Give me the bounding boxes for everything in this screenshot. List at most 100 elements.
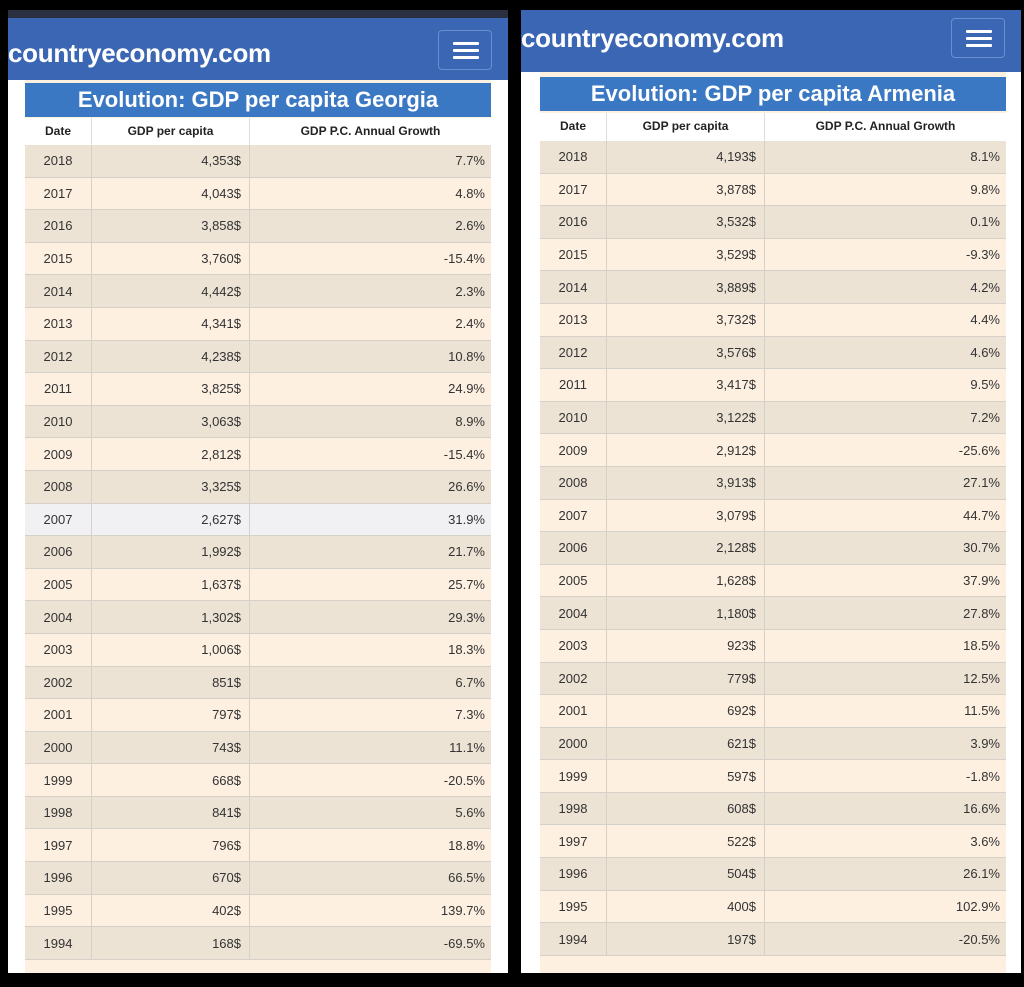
table-row[interactable]: 2010 3,122$ 7.2%	[540, 401, 1006, 435]
table-row[interactable]: 2002 779$ 12.5%	[540, 662, 1006, 696]
table-row[interactable]: 2012 3,576$ 4.6%	[540, 336, 1006, 370]
table-row[interactable]: 1997 522$ 3.6%	[540, 825, 1006, 859]
table-row[interactable]: 2007 3,079$ 44.7%	[540, 499, 1006, 533]
table-row[interactable]: 2014 4,442$ 2.3%	[25, 275, 491, 308]
cell-gdp-per-capita: 3,122$	[607, 401, 765, 434]
column-header-date[interactable]: Date	[540, 113, 607, 141]
table-row[interactable]: 2004 1,180$ 27.8%	[540, 597, 1006, 630]
table-row[interactable]: 2018 4,353$ 7.7%	[25, 145, 491, 178]
cell-gdp-per-capita: 3,732$	[607, 303, 765, 336]
table-row[interactable]: 2000 621$ 3.9%	[540, 727, 1006, 761]
table-row[interactable]: 2005 1,637$ 25.7%	[25, 568, 491, 602]
table-row[interactable]: 1999 668$ -20.5%	[25, 764, 491, 797]
cell-date: 2001	[540, 695, 607, 727]
cell-gdp-per-capita: 402$	[92, 894, 250, 927]
table-row[interactable]: 2006 2,128$ 30.7%	[540, 532, 1006, 565]
cell-annual-growth: 10.8%	[448, 348, 485, 364]
cell-date: 2009	[25, 438, 92, 470]
cell-date: 2004	[540, 597, 607, 629]
cell-gdp-per-capita: 4,442$	[92, 275, 250, 307]
cell-gdp-per-capita: 3,417$	[607, 369, 765, 401]
cell-date: 2006	[25, 536, 92, 568]
table-row[interactable]: 1998 608$ 16.6%	[540, 792, 1006, 826]
cell-date: 2017	[25, 177, 92, 210]
menu-line-icon	[966, 30, 992, 33]
site-header: countryeconomy.com	[521, 10, 1021, 72]
table-row[interactable]: 2009 2,812$ -15.4%	[25, 438, 491, 471]
table-row[interactable]: 2010 3,063$ 8.9%	[25, 405, 491, 439]
cell-gdp-per-capita: 4,341$	[92, 307, 250, 340]
cell-date: 1999	[25, 764, 92, 796]
table-row[interactable]: 2018 4,193$ 8.1%	[540, 141, 1006, 174]
cell-date: 1994	[540, 923, 607, 955]
column-header-growth[interactable]: GDP P.C. Annual Growth	[765, 113, 1006, 141]
table-row[interactable]: 1999 597$ -1.8%	[540, 760, 1006, 793]
cell-annual-growth: 6.7%	[455, 674, 485, 690]
table-row[interactable]: 1995 402$ 139.7%	[25, 894, 491, 928]
cell-date: 2003	[25, 633, 92, 666]
column-header-gdp[interactable]: GDP per capita	[92, 118, 250, 145]
table-row[interactable]: 2003 923$ 18.5%	[540, 629, 1006, 663]
cell-annual-growth: 18.8%	[448, 837, 485, 853]
table-row[interactable]: 2013 4,341$ 2.4%	[25, 307, 491, 341]
table-row[interactable]: 2005 1,628$ 37.9%	[540, 564, 1006, 598]
cell-gdp-per-capita: 743$	[92, 731, 250, 764]
table-row[interactable]: 2015 3,760$ -15.4%	[25, 242, 491, 276]
cell-annual-growth: -1.8%	[966, 768, 1000, 784]
table-row[interactable]: 1998 841$ 5.6%	[25, 796, 491, 830]
table-row[interactable]: 2009 2,912$ -25.6%	[540, 434, 1006, 467]
table-row[interactable]: 1995 400$ 102.9%	[540, 890, 1006, 924]
column-header-gdp[interactable]: GDP per capita	[607, 113, 765, 141]
armenia-screenshot-panel: countryeconomy.com Evolution: GDP per ca…	[521, 10, 1021, 973]
cell-gdp-per-capita: 3,858$	[92, 210, 250, 242]
cell-annual-growth: 0.1%	[970, 214, 1000, 230]
table-row[interactable]: 2016 3,858$ 2.6%	[25, 210, 491, 243]
table-row[interactable]: 2007 2,627$ 31.9%	[25, 503, 491, 537]
menu-line-icon	[453, 49, 479, 52]
site-logo[interactable]: countryeconomy.com	[8, 38, 271, 69]
table-row[interactable]: 2013 3,732$ 4.4%	[540, 303, 1006, 337]
cell-annual-growth: 139.7%	[440, 902, 485, 918]
cell-gdp-per-capita: 796$	[92, 829, 250, 862]
table-row[interactable]: 2012 4,238$ 10.8%	[25, 340, 491, 374]
table-row[interactable]: 1996 670$ 66.5%	[25, 862, 491, 895]
table-row[interactable]: 2011 3,417$ 9.5%	[540, 369, 1006, 402]
table-row[interactable]: 2015 3,529$ -9.3%	[540, 238, 1006, 272]
cell-date: 2017	[540, 173, 607, 206]
table-row[interactable]: 2001 692$ 11.5%	[540, 695, 1006, 728]
table-row[interactable]: 2008 3,913$ 27.1%	[540, 466, 1006, 500]
cell-gdp-per-capita: 1,992$	[92, 536, 250, 568]
table-row[interactable]: 2017 4,043$ 4.8%	[25, 177, 491, 211]
table-row[interactable]: 2017 3,878$ 9.8%	[540, 173, 1006, 207]
table-row[interactable]: 2014 3,889$ 4.2%	[540, 271, 1006, 304]
cell-gdp-per-capita: 1,628$	[607, 564, 765, 597]
table-row[interactable]: 2004 1,302$ 29.3%	[25, 601, 491, 634]
table-row[interactable]: 1994 168$ -69.5%	[25, 927, 491, 960]
table-row[interactable]: 2006 1,992$ 21.7%	[25, 536, 491, 569]
cell-annual-growth: 18.3%	[448, 642, 485, 658]
cell-annual-growth: 3.6%	[970, 833, 1000, 849]
cell-gdp-per-capita: 670$	[92, 862, 250, 894]
hamburger-menu-button[interactable]	[951, 18, 1005, 58]
cell-date: 2010	[540, 401, 607, 434]
cell-date: 2008	[540, 466, 607, 499]
site-logo[interactable]: countryeconomy.com	[521, 23, 784, 54]
table-row[interactable]: 1996 504$ 26.1%	[540, 858, 1006, 891]
table-row[interactable]: 2011 3,825$ 24.9%	[25, 373, 491, 406]
table-row[interactable]: 2016 3,532$ 0.1%	[540, 206, 1006, 239]
table-row[interactable]: 2003 1,006$ 18.3%	[25, 633, 491, 667]
cell-date: 2016	[540, 206, 607, 238]
cell-annual-growth: 24.9%	[448, 381, 485, 397]
column-header-growth[interactable]: GDP P.C. Annual Growth	[250, 118, 491, 145]
hamburger-menu-button[interactable]	[438, 30, 492, 70]
cell-gdp-per-capita: 3,576$	[607, 336, 765, 369]
table-row[interactable]: 2001 797$ 7.3%	[25, 699, 491, 732]
cell-annual-growth: 4.8%	[455, 185, 485, 201]
cell-annual-growth: 21.7%	[448, 544, 485, 560]
table-row[interactable]: 2002 851$ 6.7%	[25, 666, 491, 700]
table-row[interactable]: 1994 197$ -20.5%	[540, 923, 1006, 956]
column-header-date[interactable]: Date	[25, 118, 92, 145]
table-row[interactable]: 2008 3,325$ 26.6%	[25, 470, 491, 504]
table-row[interactable]: 1997 796$ 18.8%	[25, 829, 491, 863]
table-row[interactable]: 2000 743$ 11.1%	[25, 731, 491, 765]
